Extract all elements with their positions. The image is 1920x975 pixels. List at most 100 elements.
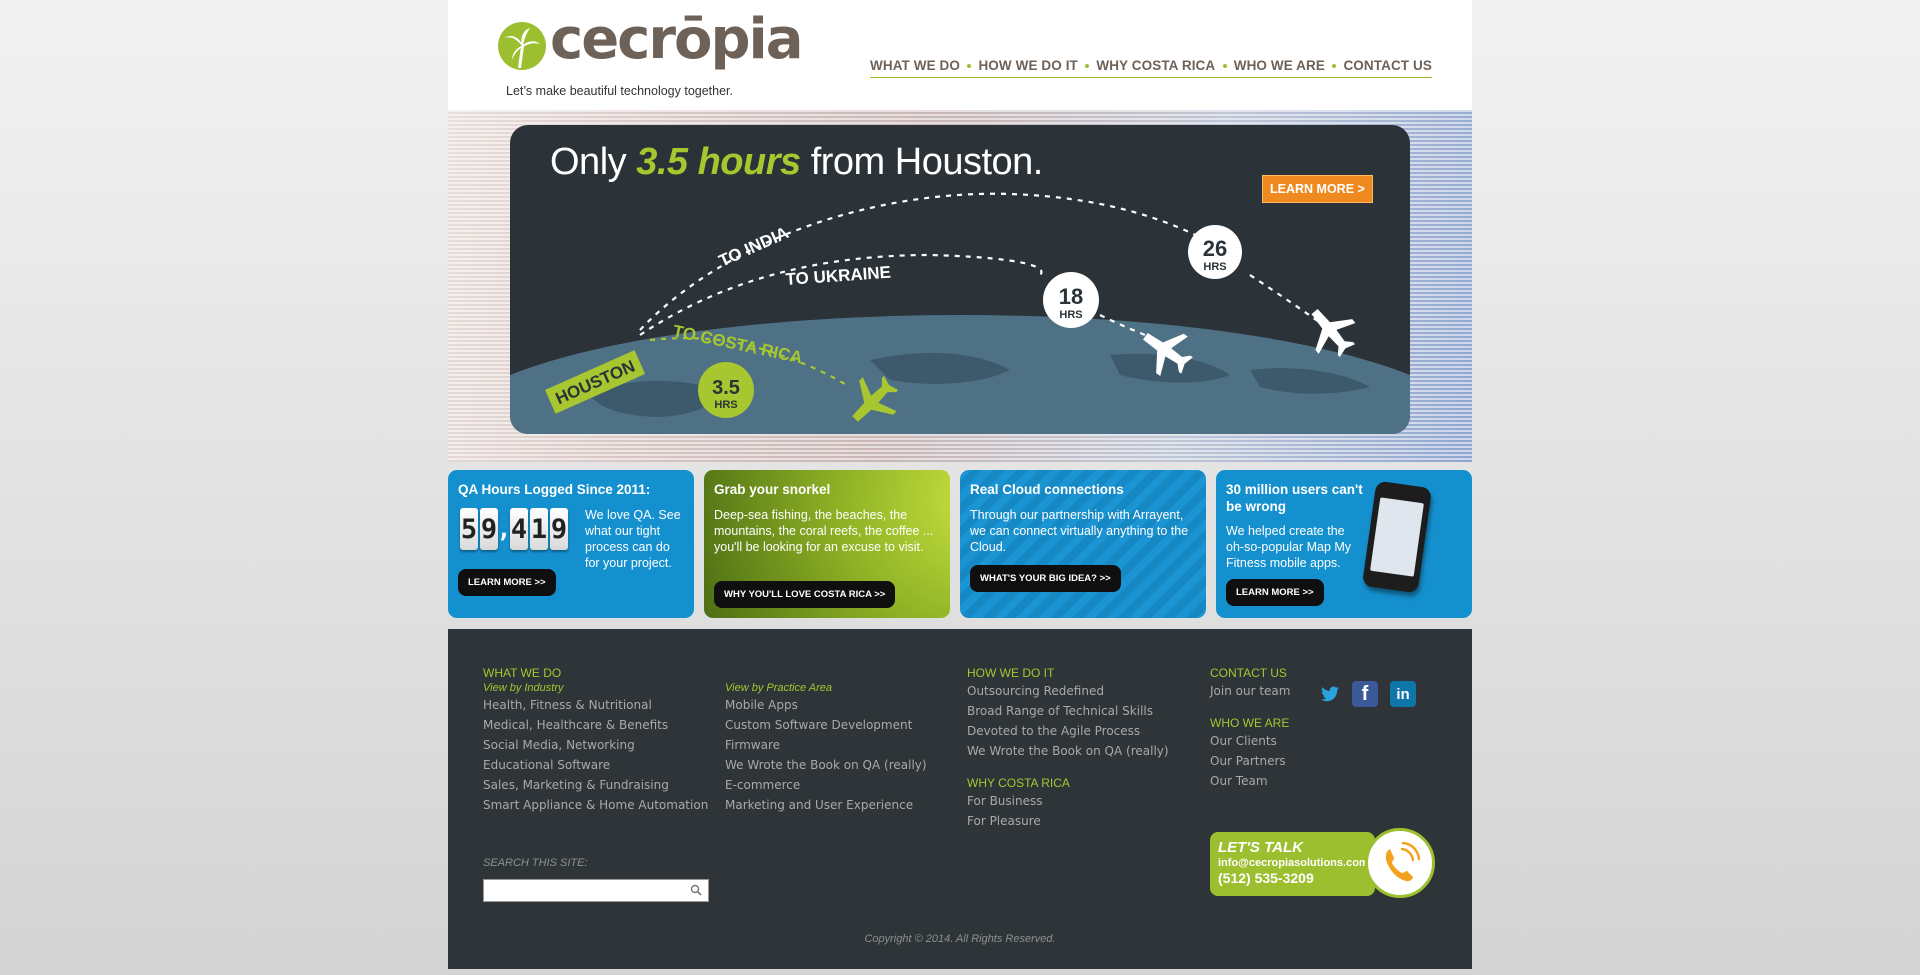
nav-what-we-do[interactable]: WHAT WE DO [870,58,960,73]
footer-link[interactable]: For Business [967,791,1197,811]
feature-qa-button[interactable]: LEARN MORE >> [458,569,556,596]
route-label-india: TO INDIA [716,223,792,271]
nav-why-costa-rica[interactable]: WHY COSTA RICA [1096,58,1215,73]
svg-text:3.5: 3.5 [712,377,740,399]
footer-link[interactable]: Join our team [1210,681,1320,701]
svg-text:HRS: HRS [1059,309,1082,321]
feature-cloud-text: Through our partnership with Arrayent, w… [970,508,1189,554]
footer-heading-who-we-are[interactable]: WHO WE ARE [1210,715,1320,731]
twitter-icon[interactable] [1320,681,1340,707]
svg-text:HRS: HRS [714,399,737,411]
footer-link[interactable]: We Wrote the Book on QA (really) [967,741,1197,761]
footer-what-we-do: WHAT WE DO View by Industry Health, Fitn… [483,665,713,815]
footer-link[interactable]: Broad Range of Technical Skills [967,701,1197,721]
footer-link[interactable]: Our Team [1210,771,1320,791]
search-label: SEARCH THIS SITE: [483,857,588,869]
footer-link[interactable]: Devoted to the Agile Process [967,721,1197,741]
footer-link[interactable]: Marketing and User Experience [725,795,955,815]
counter-digit: 4 [510,508,528,550]
copyright: Copyright © 2014. All Rights Reserved. [864,933,1056,945]
footer-link[interactable]: Health, Fitness & Nutritional [483,695,713,715]
lets-talk-card[interactable]: LET'S TALK info@cecropiasolutions.com (5… [1210,828,1435,898]
footer-link[interactable]: Smart Appliance & Home Automation [483,795,713,815]
footer-heading-how-we-do-it[interactable]: HOW WE DO IT [967,665,1197,681]
contact-email[interactable]: info@cecropiasolutions.com [1218,856,1369,870]
smartphone-image [1361,480,1433,594]
counter-digit: 9 [550,508,568,550]
svg-text:26: 26 [1203,236,1227,261]
phone-map-screen [1370,497,1424,577]
feature-cloud-button[interactable]: WHAT'S YOUR BIG IDEA? >> [970,565,1121,592]
badge-26-hrs: 26 HRS [1188,225,1242,279]
hero-title: Only 3.5 hours from Houston. [550,141,1043,184]
feature-snorkel-text: Deep-sea fishing, the beaches, the mount… [714,508,934,554]
footer-link[interactable]: Social Media, Networking [483,735,713,755]
practice-links: Mobile Apps Custom Software Development … [725,695,955,815]
footer-link[interactable]: For Pleasure [967,811,1197,831]
feature-snorkel-button[interactable]: WHY YOU'LL LOVE COSTA RICA >> [714,581,896,608]
badge-18-hrs: 18 HRS [1043,272,1099,328]
nav-contact-us[interactable]: CONTACT US [1343,58,1432,73]
facebook-icon[interactable]: f [1352,681,1378,707]
footer-link[interactable]: E-commerce [725,775,955,795]
feature-cloud-title: Real Cloud connections [970,482,1124,497]
nav-separator [1222,63,1227,68]
footer-link[interactable]: We Wrote the Book on QA (really) [725,755,955,775]
footer-sub-industry: View by Industry [483,682,564,694]
hero-learn-more-button[interactable]: LEARN MORE > [1262,175,1373,203]
footer-link[interactable]: Medical, Healthcare & Benefits [483,715,713,735]
hero-title-post: from Houston. [800,141,1044,183]
nav-how-we-do-it[interactable]: HOW WE DO IT [978,58,1077,73]
footer-link[interactable]: Educational Software [483,755,713,775]
feature-users: 30 million users can't be wrong We helpe… [1216,470,1472,618]
nav-separator [1332,63,1337,68]
route-label-ukraine: TO UKRAINE [785,263,892,289]
brand-name: cecrōpia [550,7,804,72]
footer-link[interactable]: Outsourcing Redefined [967,681,1197,701]
site-header: cecrōpia Let’s make beautiful technology… [448,0,1472,110]
footer-link[interactable]: Sales, Marketing & Fundraising [483,775,713,795]
how-links: Outsourcing Redefined Broad Range of Tec… [967,681,1197,761]
lets-talk-panel: LET'S TALK info@cecropiasolutions.com (5… [1210,832,1375,896]
footer-contact: CONTACT US Join our team WHO WE ARE Our … [1210,665,1320,791]
hero-banner: HOUSTON TO INDIA TO UKRAINE TO COSTA RIC… [448,110,1472,462]
hero-board[interactable]: HOUSTON TO INDIA TO UKRAINE TO COSTA RIC… [510,125,1410,434]
tagline: Let’s make beautiful technology together… [506,84,734,98]
counter-comma: , [496,515,512,543]
hero-title-pre: Only [550,141,637,183]
contact-phone[interactable]: (512) 535-3209 [1218,870,1367,886]
feature-snorkel-title: Grab your snorkel [714,482,831,497]
lets-talk-title: LET'S TALK [1218,839,1303,856]
palm-logo-icon [498,22,546,70]
site-footer: WHAT WE DO View by Industry Health, Fitn… [448,629,1472,969]
search-icon[interactable] [690,884,702,896]
footer-how-we-do-it: HOW WE DO IT Outsourcing Redefined Broad… [967,665,1197,831]
counter-digit: 5 [460,508,478,550]
footer-heading-why-costa-rica[interactable]: WHY COSTA RICA [967,775,1197,791]
footer-heading-contact-us[interactable]: CONTACT US [1210,665,1320,681]
feature-cloud: Real Cloud connections Through our partn… [960,470,1206,618]
nav-separator [967,63,972,68]
nav-separator [1085,63,1090,68]
footer-link[interactable]: Custom Software Development [725,715,955,735]
page: cecrōpia Let’s make beautiful technology… [448,0,1472,975]
qa-hours-counter: 5 9 , 4 1 9 [460,508,568,550]
feature-users-button[interactable]: LEARN MORE >> [1226,579,1324,606]
svg-text:18: 18 [1059,284,1083,309]
search-input[interactable] [483,879,709,902]
hero-title-highlight: 3.5 hours [636,141,801,183]
feature-qa-text: We love QA. See what our tight process c… [585,508,681,570]
social-links: f in [1320,681,1416,707]
logo[interactable]: cecrōpia Let’s make beautiful technology… [498,12,804,103]
footer-heading-what-we-do[interactable]: WHAT WE DO [483,665,713,681]
footer-link[interactable]: Our Clients [1210,731,1320,751]
svg-text:HRS: HRS [1203,261,1226,273]
footer-link[interactable]: Firmware [725,735,955,755]
feature-qa: QA Hours Logged Since 2011: 5 9 , 4 1 9 … [448,470,694,618]
footer-link[interactable]: Our Partners [1210,751,1320,771]
linkedin-icon[interactable]: in [1390,681,1416,707]
nav-who-we-are[interactable]: WHO WE ARE [1234,58,1325,73]
contact-links: Join our team [1210,681,1320,701]
counter-digit: 1 [530,508,548,550]
footer-link[interactable]: Mobile Apps [725,695,955,715]
